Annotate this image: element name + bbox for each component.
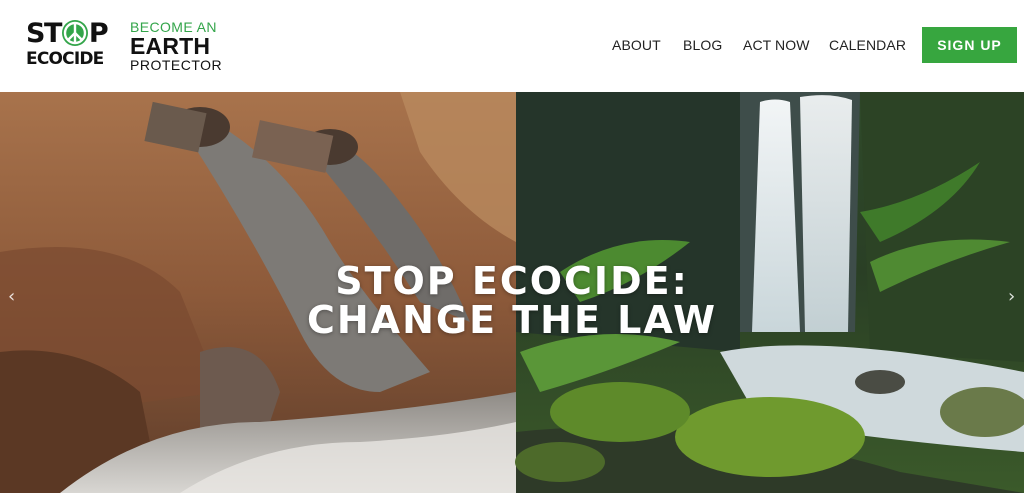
tagline-line3: PROTECTOR	[130, 57, 223, 73]
nav-about[interactable]: ABOUT	[612, 37, 661, 53]
peace-sign-icon	[61, 20, 88, 46]
hero-slider: STOP ECOCIDE: CHANGE THE LAW ‹ ›	[0, 92, 1024, 493]
sign-up-button[interactable]: SIGN UP	[922, 27, 1017, 63]
hero-title-line1: STOP ECOCIDE:	[335, 259, 689, 303]
site-logo[interactable]: ST P ECOCIDE BECOME AN EARTH PROTECTOR	[26, 18, 222, 74]
chevron-right-icon[interactable]: ›	[1008, 286, 1015, 307]
logo-wordmark: ST P ECOCIDE	[26, 20, 122, 72]
nav-calendar[interactable]: CALENDAR	[829, 37, 906, 53]
nav-act-now[interactable]: ACT NOW	[743, 37, 810, 53]
logo-ecocide-text: ECOCIDE	[26, 49, 104, 69]
hero-title-line2: CHANGE THE LAW	[306, 298, 718, 342]
logo-tagline: BECOME AN EARTH PROTECTOR	[130, 20, 230, 73]
nav-blog[interactable]: BLOG	[683, 37, 722, 53]
chevron-left-icon[interactable]: ‹	[8, 286, 15, 307]
logo-stop-text: ST P	[26, 18, 109, 49]
tagline-line2: EARTH	[130, 33, 211, 59]
site-header: ST P ECOCIDE BECOME AN EARTH PROTECTOR AB…	[0, 0, 1024, 92]
